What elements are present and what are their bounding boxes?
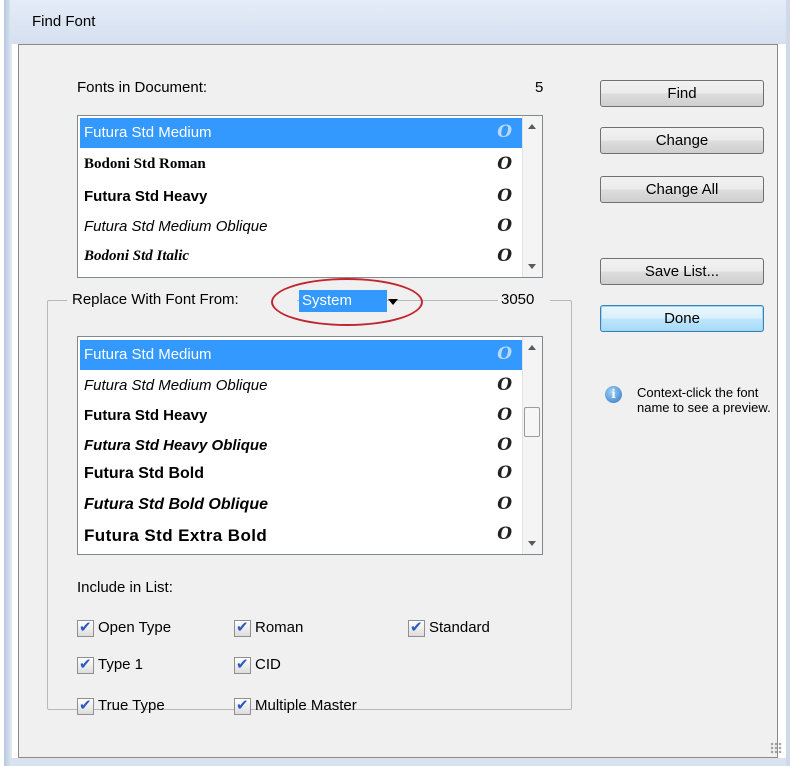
scrollbar[interactable] [522,116,542,277]
checkbox-label: CID [255,656,281,673]
opentype-icon: O [497,494,512,514]
checkmark-icon: ✔ [236,696,249,714]
find-button[interactable]: Find [600,80,764,107]
include-in-list-label: Include in List: [77,579,173,596]
font-name: Futura Std Heavy [84,188,208,205]
font-name: Bodoni Std Roman [84,156,206,172]
checkbox-box[interactable]: ✔ [77,655,94,674]
fonts-in-document-count: 5 [535,79,544,96]
opentype-icon: O [497,246,512,266]
font-list-item[interactable]: Futura Std Heavy Oblique O [80,431,522,461]
checkmark-icon: ✔ [79,655,92,673]
font-list-item[interactable]: Bodoni Std Roman O [80,150,522,180]
checkbox-label: True Type [98,697,165,714]
change-all-button[interactable]: Change All [600,176,764,203]
done-button[interactable]: Done [600,305,764,332]
window-title: Find Font [32,13,96,30]
font-name: Futura Std Medium [84,124,212,141]
font-name: Futura Std Medium Oblique [84,218,268,235]
window-frame-left [0,0,12,766]
checkbox-box[interactable]: ✔ [77,618,94,637]
checkmark-icon: ✔ [236,618,249,636]
font-list-item[interactable]: Futura Std Heavy O [80,401,522,431]
opentype-icon: O [497,154,512,174]
font-list-item[interactable]: Futura Std Medium Oblique O [80,371,522,401]
info-icon: i [605,386,622,403]
opentype-icon: O [497,344,512,364]
checkmark-icon: ✔ [79,618,92,636]
checkbox-label: Open Type [98,619,172,636]
font-name: Futura Std Medium [84,346,212,363]
opentype-icon: O [497,186,512,206]
fonts-in-document-label: Fonts in Document: [77,79,208,96]
opentype-icon: O [497,122,512,142]
opentype-icon: O [497,375,512,395]
checkbox-label: Type 1 [98,656,144,673]
scroll-up-icon[interactable] [528,124,536,129]
window-frame-right [786,0,790,766]
replace-font-count: 3050 [501,291,535,308]
font-name: Futura Std Heavy Oblique [84,437,268,454]
font-list-item[interactable]: Futura Std Extra Bold O [80,520,522,550]
checkbox-box[interactable]: ✔ [77,696,94,715]
font-name: Futura Std Extra Bold [84,526,268,545]
resize-grip-icon[interactable] [770,742,782,754]
checkmark-icon: ✔ [79,696,92,714]
scroll-down-icon[interactable] [528,264,536,269]
opentype-icon: O [497,405,512,425]
checkmark-icon: ✔ [410,618,423,636]
save-list-button[interactable]: Save List... [600,258,764,285]
opentype-icon: O [497,463,512,483]
checkbox-label: Multiple Master [255,697,357,714]
checkbox-box[interactable]: ✔ [408,618,425,637]
scroll-thumb[interactable] [524,407,540,437]
checkbox-box[interactable]: ✔ [234,655,251,674]
font-name: Futura Std Heavy [84,407,208,424]
window-frame-bottom [10,758,786,766]
change-button[interactable]: Change [600,127,764,154]
font-name: Futura Std Medium Oblique [84,377,268,394]
font-list-item[interactable]: Futura Std Bold O [80,459,522,489]
title-bar[interactable]: Find Font [10,0,786,44]
replace-font-list[interactable]: Futura Std Medium O Futura Std Medium Ob… [77,336,543,555]
opentype-icon: O [497,524,512,544]
scrollbar[interactable] [522,337,542,554]
font-list-item[interactable]: Futura Std Medium O [80,118,522,148]
scroll-up-icon[interactable] [528,345,536,350]
preview-hint-text: Context-click the font name to see a pre… [637,385,771,415]
font-list-item[interactable]: Futura Std Bold Oblique O [80,490,522,520]
opentype-icon: O [497,216,512,236]
fonts-in-document-list[interactable]: Futura Std Medium O Bodoni Std Roman O F… [77,115,543,278]
font-list-item[interactable]: Futura Std Medium O [80,340,522,370]
checkbox-box[interactable]: ✔ [234,696,251,715]
find-font-dialog: Find Font Fonts in Document: 5 Futura St… [0,0,790,766]
font-list-item[interactable]: Futura Std Medium Oblique O [80,212,522,242]
annotation-ellipse [271,278,423,326]
replace-with-label: Replace With Font From: [72,291,239,308]
checkbox-label: Standard [429,619,490,636]
font-name: Futura Std Bold [84,465,204,482]
font-list-item[interactable]: Bodoni Std Italic O [80,242,522,272]
checkbox-label: Roman [255,619,304,636]
font-list-item[interactable]: Futura Std Heavy O [80,182,522,212]
checkmark-icon: ✔ [236,655,249,673]
font-name: Bodoni Std Italic [84,248,190,264]
font-name: Futura Std Bold Oblique [84,496,268,513]
checkbox-box[interactable]: ✔ [234,618,251,637]
opentype-icon: O [497,435,512,455]
scroll-down-icon[interactable] [528,541,536,546]
